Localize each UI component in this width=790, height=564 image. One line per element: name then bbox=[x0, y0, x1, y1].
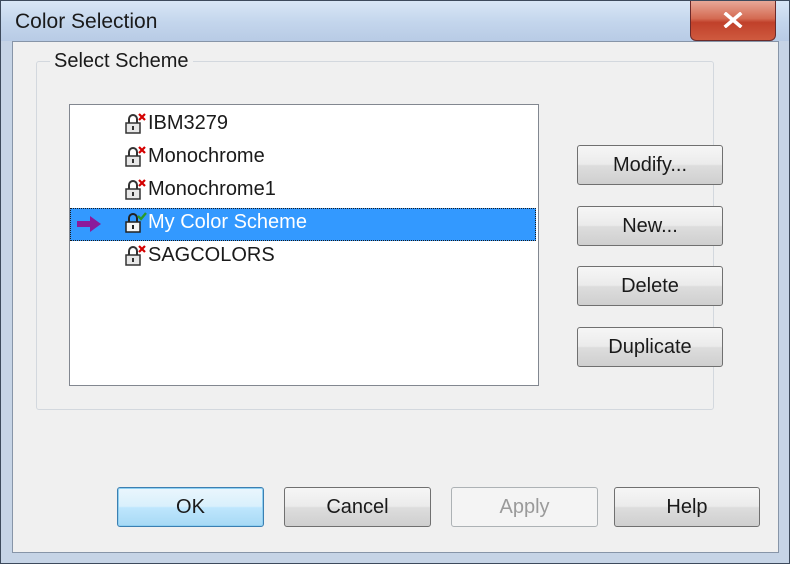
locked-scheme-icon bbox=[125, 245, 147, 272]
list-item[interactable]: IBM3279 bbox=[70, 109, 536, 142]
delete-button[interactable]: Delete bbox=[577, 266, 723, 306]
help-button[interactable]: Help bbox=[614, 487, 760, 527]
close-button[interactable] bbox=[690, 1, 776, 41]
new-button[interactable]: New... bbox=[577, 206, 723, 246]
ok-button[interactable]: OK bbox=[117, 487, 264, 527]
apply-button[interactable]: Apply bbox=[451, 487, 598, 527]
locked-scheme-icon bbox=[125, 113, 147, 140]
title-bar[interactable]: Color Selection bbox=[1, 1, 789, 41]
list-item[interactable]: Monochrome bbox=[70, 142, 536, 175]
modify-button[interactable]: Modify... bbox=[577, 145, 723, 185]
scheme-name: SAGCOLORS bbox=[148, 244, 275, 266]
active-scheme-icon bbox=[125, 212, 147, 239]
scheme-name: Monochrome1 bbox=[148, 178, 276, 200]
locked-scheme-icon bbox=[125, 179, 147, 206]
cancel-button[interactable]: Cancel bbox=[284, 487, 431, 527]
list-item-selected[interactable]: My Color Scheme bbox=[70, 208, 536, 241]
locked-scheme-icon bbox=[125, 146, 147, 173]
scheme-list[interactable]: IBM3279 Monochrome Monochrome1 My Color … bbox=[69, 104, 539, 386]
list-item[interactable]: Monochrome1 bbox=[70, 175, 536, 208]
scheme-name: IBM3279 bbox=[148, 112, 229, 134]
list-item[interactable]: SAGCOLORS bbox=[70, 241, 536, 274]
group-label: Select Scheme bbox=[50, 50, 193, 73]
current-scheme-arrow-icon bbox=[76, 215, 102, 238]
scheme-name: My Color Scheme bbox=[148, 211, 307, 233]
scheme-name: Monochrome bbox=[148, 145, 265, 167]
window-title: Color Selection bbox=[15, 10, 158, 33]
duplicate-button[interactable]: Duplicate bbox=[577, 327, 723, 367]
close-icon bbox=[723, 12, 743, 28]
